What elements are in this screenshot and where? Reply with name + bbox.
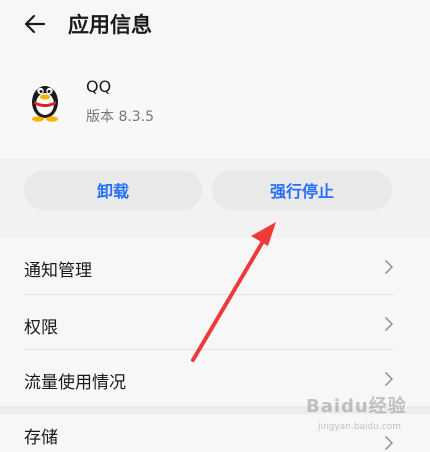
chevron-right-icon bbox=[385, 372, 393, 386]
settings-item-data-usage[interactable]: 流量使用情况 bbox=[0, 350, 430, 406]
settings-item-storage[interactable]: 存储 bbox=[0, 414, 430, 452]
app-version: 版本 8.3.5 bbox=[86, 109, 155, 125]
uninstall-button[interactable]: 卸载 bbox=[24, 170, 202, 210]
chevron-right-icon bbox=[385, 436, 393, 450]
settings-item-permissions[interactable]: 权限 bbox=[0, 295, 430, 351]
settings-list: 通知管理 权限 流量使用情况 bbox=[0, 238, 430, 406]
settings-item-label: 流量使用情况 bbox=[24, 373, 126, 393]
settings-item-label: 权限 bbox=[24, 318, 58, 338]
title-bar: 应用信息 bbox=[0, 0, 430, 48]
force-stop-button[interactable]: 强行停止 bbox=[212, 170, 392, 210]
app-info-card: QQ 版本 8.3.5 bbox=[0, 48, 430, 158]
settings-item-notifications[interactable]: 通知管理 bbox=[0, 238, 430, 294]
page-title: 应用信息 bbox=[68, 13, 152, 37]
app-name: QQ bbox=[86, 77, 112, 96]
qq-penguin-icon bbox=[32, 86, 58, 122]
section-gap bbox=[0, 406, 430, 414]
chevron-right-icon bbox=[385, 260, 393, 274]
back-arrow-icon[interactable] bbox=[24, 13, 46, 35]
chevron-right-icon bbox=[385, 317, 393, 331]
settings-item-label: 通知管理 bbox=[24, 261, 92, 281]
settings-item-label: 存储 bbox=[24, 428, 58, 448]
